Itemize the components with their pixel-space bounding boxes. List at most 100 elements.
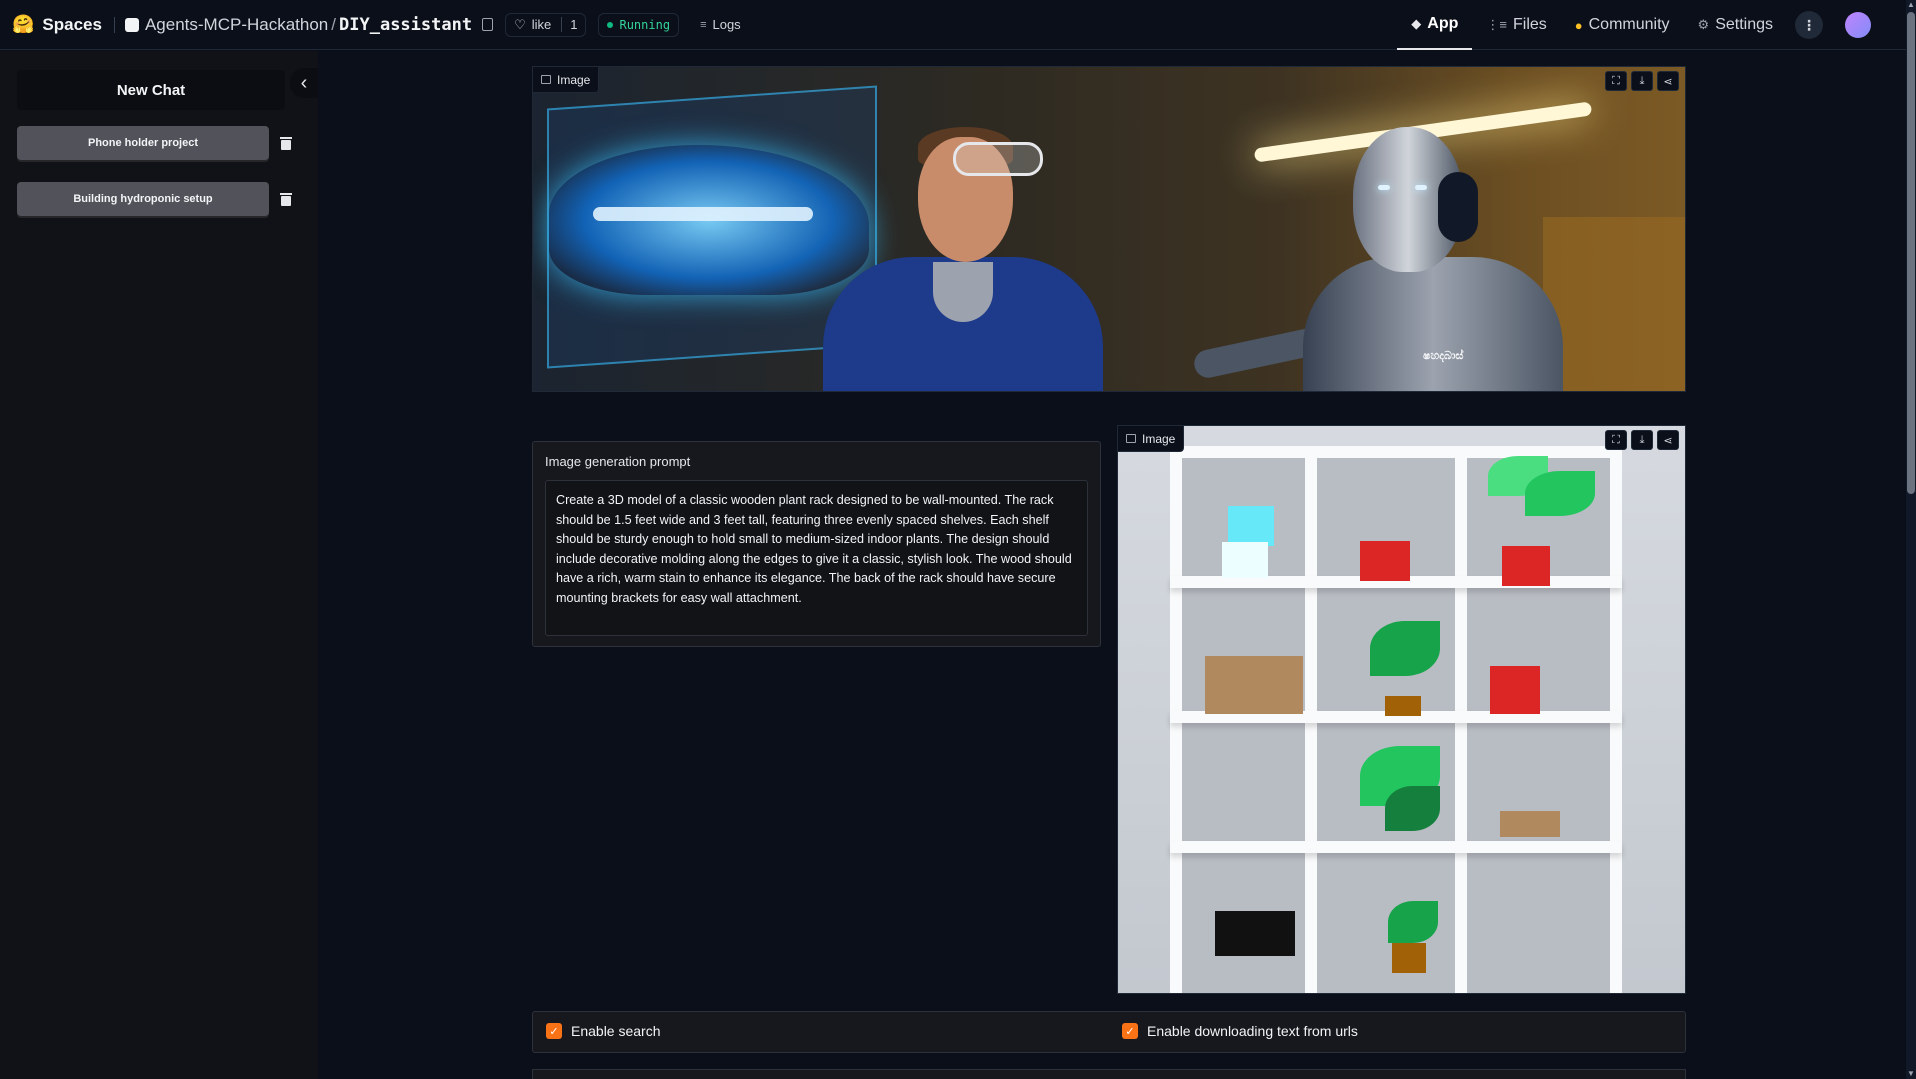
divider bbox=[113, 16, 115, 33]
image-icon bbox=[1126, 434, 1136, 443]
pegboard-illustration bbox=[1543, 217, 1685, 391]
tab-settings[interactable]: ⚙ Settings bbox=[1684, 0, 1787, 50]
hugging-face-logo-icon: 🤗 bbox=[12, 14, 35, 34]
small-tray-illustration bbox=[1500, 811, 1560, 837]
share-icon[interactable]: ⋖ bbox=[1657, 71, 1679, 91]
repo-separator: / bbox=[331, 14, 337, 34]
enable-download-label: Enable downloading text from urls bbox=[1147, 1023, 1358, 1039]
enable-search-checkbox[interactable]: ✓ Enable search bbox=[546, 1023, 661, 1039]
scrollbar-thumb[interactable] bbox=[1907, 12, 1915, 494]
image-label-text: Image bbox=[1142, 431, 1176, 446]
options-row: ✓ Enable search ✓ Enable downloading tex… bbox=[532, 1011, 1686, 1053]
spaces-brand[interactable]: 🤗 Spaces bbox=[12, 14, 102, 35]
tab-files-label: Files bbox=[1512, 16, 1547, 33]
heart-icon: ♡ bbox=[514, 16, 526, 32]
logs-label: Logs bbox=[712, 17, 741, 32]
red-pot-illustration bbox=[1490, 666, 1540, 714]
tab-community[interactable]: ● Community bbox=[1561, 0, 1684, 50]
prompt-label: Image generation prompt bbox=[545, 454, 691, 469]
shelf-board bbox=[1170, 841, 1622, 853]
image-label: Image bbox=[1118, 426, 1185, 452]
app-icon: ◆ bbox=[1411, 16, 1422, 31]
logs-icon: ≡ bbox=[700, 18, 707, 31]
community-icon: ● bbox=[1574, 17, 1583, 33]
robot-eye-illustration bbox=[1415, 185, 1427, 190]
next-panel-edge bbox=[532, 1069, 1686, 1079]
plant-leaf-illustration bbox=[1385, 786, 1440, 831]
fullscreen-icon[interactable]: ⛶ bbox=[1605, 71, 1627, 91]
plant-pot-illustration bbox=[1392, 943, 1426, 973]
logs-button[interactable]: ≡ Logs bbox=[691, 13, 750, 37]
top-bar: 🤗 Spaces Agents-MCP-Hackathon / DIY_assi… bbox=[0, 0, 1906, 50]
trash-icon[interactable] bbox=[280, 192, 292, 206]
repo-breadcrumb: Agents-MCP-Hackathon / DIY_assistant bbox=[124, 14, 494, 35]
red-pot-illustration bbox=[1502, 546, 1550, 586]
plant-leaf-illustration bbox=[1525, 471, 1595, 516]
plant-pot-illustration bbox=[1385, 696, 1421, 716]
brand-label: Spaces bbox=[42, 14, 102, 34]
enable-search-label: Enable search bbox=[571, 1023, 661, 1039]
plant-leaf-illustration bbox=[1370, 621, 1440, 676]
repo-owner-link[interactable]: Agents-MCP-Hackathon bbox=[145, 15, 328, 35]
trash-icon[interactable] bbox=[280, 136, 292, 150]
tab-community-label: Community bbox=[1588, 16, 1670, 33]
download-icon[interactable]: ⤓ bbox=[1631, 430, 1653, 450]
scroll-up-icon[interactable]: ▲ bbox=[1907, 0, 1915, 10]
plant-leaf-illustration bbox=[1388, 901, 1438, 943]
wooden-box-illustration bbox=[1205, 656, 1303, 714]
hologram-detail-illustration bbox=[593, 207, 813, 221]
checkmark-icon[interactable]: ✓ bbox=[546, 1023, 562, 1039]
black-box-illustration bbox=[1215, 911, 1295, 956]
space-nav: ◆ App ⋮≡ Files ● Community ⚙ Settings ⋮ bbox=[1397, 0, 1871, 50]
files-icon: ⋮≡ bbox=[1486, 17, 1507, 32]
scroll-down-icon[interactable]: ▼ bbox=[1907, 1069, 1915, 1079]
hero-image: Image ⛶ ⤓ ⋖ ෂහදබාස් bbox=[532, 66, 1686, 392]
space-avatar-icon bbox=[124, 17, 139, 32]
safety-goggles-illustration bbox=[953, 142, 1043, 176]
chat-list-item: Building hydroponic setup bbox=[17, 182, 292, 216]
chat-item-hydroponic[interactable]: Building hydroponic setup bbox=[17, 182, 269, 216]
download-icon[interactable]: ⤓ bbox=[1631, 71, 1653, 91]
tab-app[interactable]: ◆ App bbox=[1397, 0, 1473, 50]
robot-chest-text: ෂහදබාස් bbox=[1423, 350, 1464, 362]
gear-icon: ⚙ bbox=[1697, 17, 1710, 32]
enable-download-checkbox[interactable]: ✓ Enable downloading text from urls bbox=[1122, 1023, 1358, 1039]
like-label: like bbox=[531, 17, 552, 32]
chat-list-item: Phone holder project bbox=[17, 126, 292, 160]
white-box-illustration bbox=[1222, 542, 1268, 578]
checkmark-icon[interactable]: ✓ bbox=[1122, 1023, 1138, 1039]
image-icon bbox=[541, 75, 551, 84]
like-count: 1 bbox=[561, 17, 577, 32]
collapse-sidebar-button[interactable]: ‹ bbox=[290, 68, 318, 98]
status-dot-icon bbox=[607, 21, 614, 28]
more-options-icon[interactable]: ⋮ bbox=[1795, 11, 1823, 39]
image-label-text: Image bbox=[557, 72, 591, 87]
shelf-frame-illustration bbox=[1170, 446, 1622, 993]
tab-settings-label: Settings bbox=[1715, 16, 1773, 33]
image-label: Image bbox=[533, 67, 600, 93]
robot-eye-illustration bbox=[1378, 185, 1390, 190]
chat-item-phone-holder[interactable]: Phone holder project bbox=[17, 126, 269, 160]
status-label: Running bbox=[619, 17, 671, 32]
red-pot-illustration bbox=[1360, 541, 1410, 581]
prompt-panel: Image generation prompt Create a 3D mode… bbox=[532, 441, 1101, 647]
copy-icon[interactable] bbox=[482, 18, 494, 31]
like-button[interactable]: ♡ like 1 bbox=[505, 12, 587, 37]
repo-name-link[interactable]: DIY_assistant bbox=[339, 15, 472, 35]
user-avatar[interactable] bbox=[1845, 12, 1871, 38]
share-icon[interactable]: ⋖ bbox=[1657, 430, 1679, 450]
new-chat-button[interactable]: New Chat bbox=[17, 70, 285, 110]
status-badge[interactable]: Running bbox=[598, 12, 680, 37]
page-scrollbar[interactable]: ▲ ▼ bbox=[1906, 0, 1916, 1079]
tab-app-label: App bbox=[1427, 15, 1459, 32]
robot-ear-illustration bbox=[1438, 172, 1478, 242]
chat-sidebar: New Chat ‹ Phone holder project Building… bbox=[0, 51, 318, 1079]
image-toolbar: ⛶ ⤓ ⋖ bbox=[1605, 430, 1679, 450]
engineer-shirt-illustration bbox=[933, 262, 993, 322]
prompt-textarea[interactable]: Create a 3D model of a classic wooden pl… bbox=[545, 480, 1088, 636]
tab-files[interactable]: ⋮≡ Files bbox=[1472, 0, 1560, 50]
cyan-box-illustration bbox=[1228, 506, 1274, 546]
image-toolbar: ⛶ ⤓ ⋖ bbox=[1605, 71, 1679, 91]
robot-body-illustration bbox=[1303, 257, 1563, 391]
fullscreen-icon[interactable]: ⛶ bbox=[1605, 430, 1627, 450]
